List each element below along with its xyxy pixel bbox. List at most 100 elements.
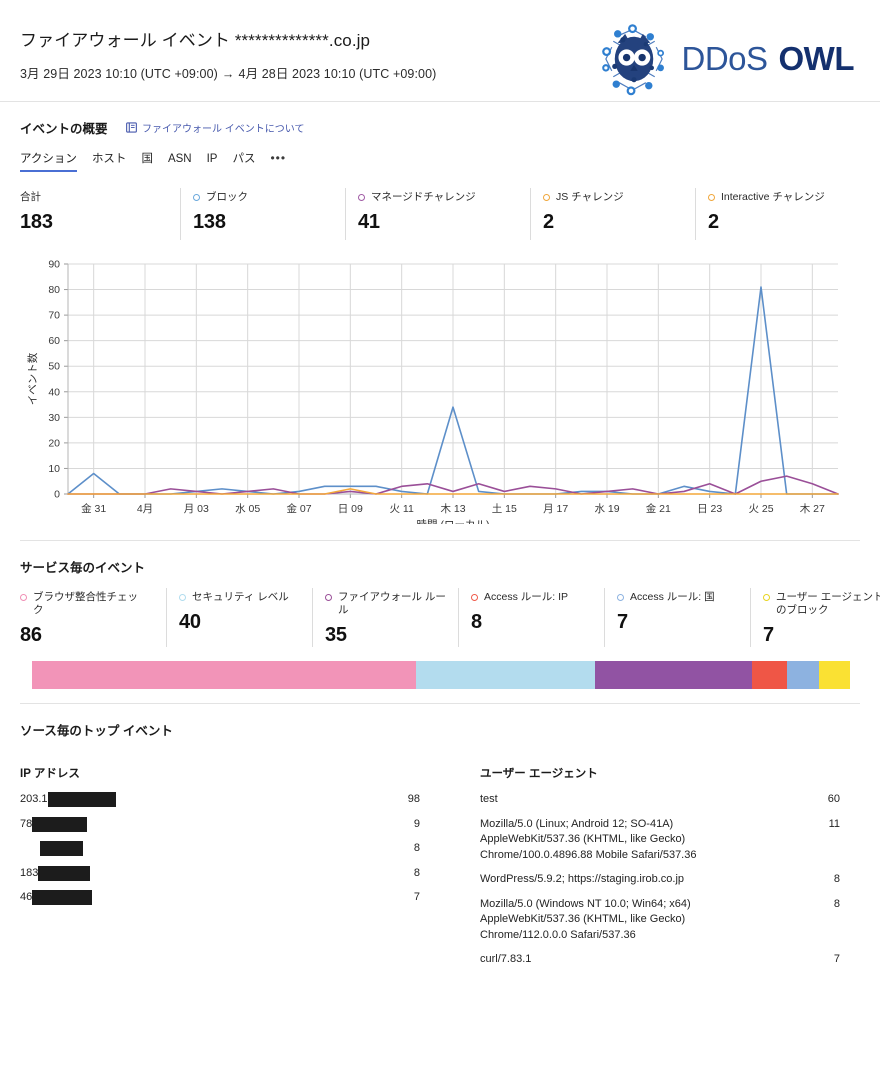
svg-text:土 15: 土 15 xyxy=(492,502,517,515)
stat-total-label: 合計 xyxy=(20,191,150,204)
stat-security-level-text: セキュリティ レベル xyxy=(192,591,289,604)
svg-text:月 17: 月 17 xyxy=(543,503,568,515)
tab-action[interactable]: アクション xyxy=(20,152,77,172)
legend-dot-access-rules-ip-icon xyxy=(471,594,478,601)
svg-text:木 13: 木 13 xyxy=(440,503,465,515)
stat-block-label: ブロック xyxy=(193,191,323,204)
svg-text:80: 80 xyxy=(48,284,60,296)
redacted-ip-mask xyxy=(48,792,116,807)
user-agent-line: curl/7.83.1 xyxy=(480,952,786,968)
legend-dot-block-icon xyxy=(193,194,200,201)
ip-event-count: 9 xyxy=(380,817,420,833)
ip-address-value: 203.1 xyxy=(20,792,380,808)
logo-text-owl: OWL xyxy=(779,40,854,78)
service-bar-segment xyxy=(595,661,751,689)
stat-access-rules-country-label: Access ルール: 国 xyxy=(617,591,738,604)
redacted-ip-mask xyxy=(32,817,87,832)
stat-user-agent-block: ユーザー エージェントのブロック 7 xyxy=(750,588,880,647)
stat-user-agent-block-value: 7 xyxy=(763,624,880,647)
ip-prefix: 46 xyxy=(20,890,32,906)
tab-more-icon[interactable]: ••• xyxy=(270,151,286,172)
service-distribution-bar xyxy=(32,661,850,689)
ip-address-value: 46 xyxy=(20,890,380,906)
user-agent-value: Mozilla/5.0 (Linux; Android 12; SO-41A)A… xyxy=(480,817,800,864)
sources-columns: IP アドレス 203.19878981838467 ユーザー エージェント t… xyxy=(20,765,860,977)
service-bar-segment xyxy=(416,661,595,689)
services-title: サービス毎のイベント xyxy=(20,557,145,576)
legend-dot-firewall-rules-icon xyxy=(325,594,332,601)
ip-row: 203.198 xyxy=(20,792,420,808)
user-agent-value: test xyxy=(480,792,800,808)
stat-access-rules-ip-label: Access ルール: IP xyxy=(471,591,592,604)
sources-title: ソース毎のトップ イベント xyxy=(20,720,173,739)
svg-text:火 11: 火 11 xyxy=(390,503,414,515)
stat-security-level-value: 40 xyxy=(179,611,300,634)
stat-access-rules-ip-value: 8 xyxy=(471,611,592,634)
ip-address-value: 183 xyxy=(20,866,380,882)
svg-text:イベント数: イベント数 xyxy=(26,352,39,405)
stat-access-rules-country-value: 7 xyxy=(617,611,738,634)
stat-access-rules-country: Access ルール: 国 7 xyxy=(604,588,750,647)
stat-access-rules-ip: Access ルール: IP 8 xyxy=(458,588,604,647)
stat-browser-integrity-check-value: 86 xyxy=(20,624,154,647)
ip-address-value xyxy=(20,841,380,856)
service-bar-segment xyxy=(787,661,818,689)
ip-address-value: 78 xyxy=(20,817,380,833)
overview-tabs: アクション ホスト 国 ASN IP パス ••• xyxy=(20,151,860,172)
ip-row: 789 xyxy=(20,817,420,833)
svg-text:火 25: 火 25 xyxy=(748,503,773,515)
ua-rows-list: test60Mozilla/5.0 (Linux; Android 12; SO… xyxy=(480,792,840,968)
user-agent-event-count: 8 xyxy=(800,872,840,888)
user-agent-row: test60 xyxy=(480,792,840,808)
user-agent-value: curl/7.83.1 xyxy=(480,952,800,968)
range-start: 3月 29日 2023 10:10 (UTC +09:00) xyxy=(20,67,218,81)
redacted-ip-mask xyxy=(40,841,83,856)
user-agent-row: Mozilla/5.0 (Linux; Android 12; SO-41A)A… xyxy=(480,817,840,864)
tab-asn[interactable]: ASN xyxy=(168,152,192,172)
svg-text:0: 0 xyxy=(54,489,60,501)
stat-interactive-challenge-text: Interactive チャレンジ xyxy=(721,191,825,204)
legend-dot-managed-challenge-icon xyxy=(358,194,365,201)
events-timeseries-svg: 0102030405060708090金 314月月 03水 05金 07日 0… xyxy=(20,256,860,524)
user-agent-line: AppleWebKit/537.36 (KHTML, like Gecko) xyxy=(480,832,786,848)
legend-dot-user-agent-block-icon xyxy=(763,594,770,601)
stat-total-text: 合計 xyxy=(20,191,41,204)
ip-event-count: 7 xyxy=(380,890,420,906)
tab-ip[interactable]: IP xyxy=(207,152,218,172)
stat-managed-challenge-label: マネージドチャレンジ xyxy=(358,191,488,204)
svg-text:60: 60 xyxy=(48,335,60,347)
top-events-by-source-section: ソース毎のトップ イベント IP アドレス 203.19878981838467… xyxy=(0,704,880,977)
ua-column-header: ユーザー エージェント xyxy=(480,765,840,781)
stat-firewall-rules-label: ファイアウォール ルール xyxy=(325,591,446,617)
user-agent-line: Mozilla/5.0 (Linux; Android 12; SO-41A) xyxy=(480,817,786,833)
legend-dot-js-challenge-icon xyxy=(543,194,550,201)
tab-country[interactable]: 国 xyxy=(141,152,153,172)
tab-path[interactable]: パス xyxy=(232,152,255,172)
action-stats-row: 合計 183 ブロック 138 マネージドチャレンジ 41 xyxy=(20,188,860,240)
svg-text:90: 90 xyxy=(48,259,60,271)
firewall-events-report: ファイアウォール イベント **************.co.jp 3月 29… xyxy=(0,0,880,1065)
stat-js-challenge-text: JS チャレンジ xyxy=(556,191,624,204)
stat-total-value: 183 xyxy=(20,211,168,234)
ip-event-count: 98 xyxy=(380,792,420,808)
user-agent-row: WordPress/5.9.2; https://staging.irob.co… xyxy=(480,872,840,888)
user-agent-line: Chrome/100.0.4896.88 Mobile Safari/537.3… xyxy=(480,848,786,864)
svg-text:20: 20 xyxy=(48,437,60,449)
firewall-events-info-link[interactable]: ファイアウォール イベントについて xyxy=(126,120,304,135)
book-icon xyxy=(126,122,137,133)
stat-browser-integrity-check-label: ブラウザ整合性チェック xyxy=(20,591,145,617)
service-stats-row: ブラウザ整合性チェック 86 セキュリティ レベル 40 ファイアウォール ルー… xyxy=(20,588,860,647)
overview-title-row: イベントの概要 ファイアウォール イベントについて xyxy=(20,118,860,137)
svg-text:30: 30 xyxy=(48,412,60,424)
user-agent-line: Mozilla/5.0 (Windows NT 10.0; Win64; x64… xyxy=(480,897,786,913)
svg-text:金 31: 金 31 xyxy=(81,502,106,515)
header-left: ファイアウォール イベント **************.co.jp 3月 29… xyxy=(20,22,436,82)
svg-text:金 07: 金 07 xyxy=(286,502,311,515)
user-agent-event-count: 60 xyxy=(800,792,840,808)
svg-text:50: 50 xyxy=(48,361,60,373)
range-end: 4月 28日 2023 10:10 (UTC +09:00) xyxy=(239,67,437,81)
user-agent-event-count: 7 xyxy=(800,952,840,968)
tab-host[interactable]: ホスト xyxy=(92,152,127,172)
logo-text-ddos: DDoS xyxy=(681,40,767,78)
stat-interactive-challenge-value: 2 xyxy=(708,211,868,234)
